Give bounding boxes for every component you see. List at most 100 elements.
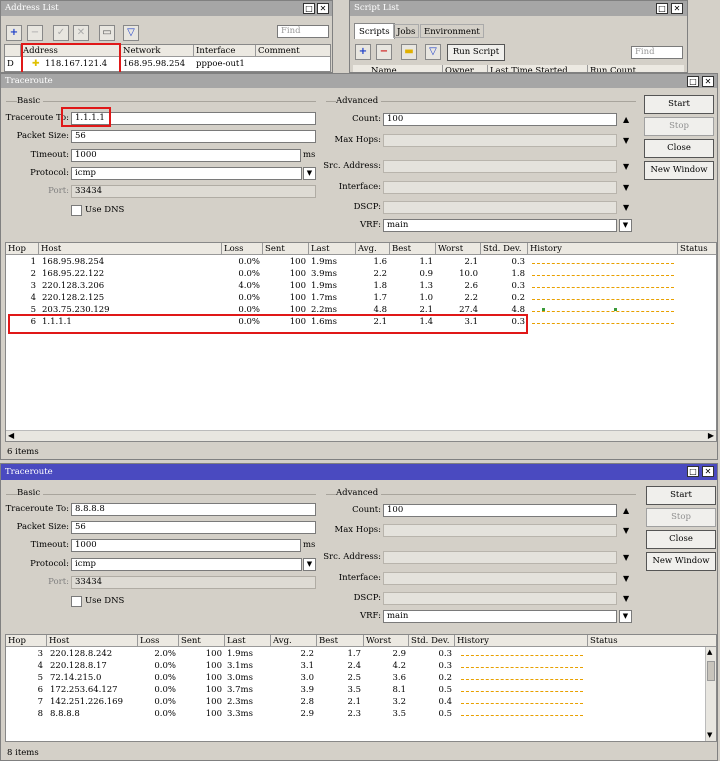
col-status[interactable]: Status	[588, 635, 716, 647]
tab-environment[interactable]: Environment	[420, 24, 484, 38]
timeout-input[interactable]: 1000	[71, 539, 301, 552]
restore-icon[interactable]: □	[656, 3, 668, 14]
col-worst[interactable]: Worst	[364, 635, 409, 647]
col-last[interactable]: Last	[309, 243, 356, 255]
chevron-down-icon[interactable]: ▼	[303, 167, 316, 180]
restore-icon[interactable]: □	[687, 466, 699, 477]
chevron-down-icon[interactable]: ▼	[619, 610, 632, 623]
table-row[interactable]: 7 142.251.226.169 0.0% 100 2.3ms 2.8 2.1 3.2 0.4	[6, 696, 716, 708]
close-button[interactable]: Close	[644, 139, 714, 158]
restore-icon[interactable]: □	[303, 3, 315, 14]
filter-icon[interactable]: ▽	[425, 44, 441, 60]
col-sent[interactable]: Sent	[263, 243, 309, 255]
close-icon[interactable]: ✕	[702, 76, 714, 87]
col-last-started[interactable]: Last Time Started	[488, 65, 588, 72]
protocol-select[interactable]: icmp	[71, 167, 302, 180]
collapse-icon[interactable]: ▼	[623, 134, 629, 147]
add-icon[interactable]: +	[6, 25, 22, 41]
table-row[interactable]: 1 168.95.98.254 0.0% 100 1.9ms 1.6 1.1 2.1 0.3	[6, 256, 716, 268]
col-avg[interactable]: Avg.	[271, 635, 317, 647]
script-list-titlebar[interactable]: Script List	[350, 1, 687, 16]
col-std-dev[interactable]: Std. Dev.	[481, 243, 528, 255]
packet-size-input[interactable]: 56	[71, 130, 316, 143]
col-loss[interactable]: Loss	[138, 635, 179, 647]
tab-scripts[interactable]: Scripts	[354, 23, 395, 39]
protocol-select[interactable]: icmp	[71, 558, 302, 571]
remove-icon[interactable]: −	[27, 25, 43, 41]
packet-size-input[interactable]: 56	[71, 521, 316, 534]
max-hops-input[interactable]	[383, 134, 617, 147]
filter-icon[interactable]: ▽	[123, 25, 139, 41]
max-hops-input[interactable]	[383, 524, 617, 537]
close-icon[interactable]: ✕	[702, 466, 714, 477]
dscp-input[interactable]	[383, 201, 617, 214]
expand-icon[interactable]: ▲	[623, 113, 629, 126]
col-run-count[interactable]: Run Count	[588, 65, 687, 72]
col-sent[interactable]: Sent	[179, 635, 225, 647]
src-address-input[interactable]	[383, 160, 617, 173]
run-script-button[interactable]: Run Script	[447, 44, 505, 61]
dscp-input[interactable]	[383, 592, 617, 605]
collapse-icon[interactable]: ▼	[623, 524, 629, 537]
script-find-input[interactable]: Find	[631, 46, 683, 59]
new-window-button[interactable]: New Window	[646, 552, 716, 571]
col-avg[interactable]: Avg.	[356, 243, 390, 255]
collapse-icon[interactable]: ▼	[623, 201, 629, 214]
start-button[interactable]: Start	[646, 486, 716, 505]
address-list-titlebar[interactable]: Address List	[1, 1, 332, 16]
stop-button[interactable]: Stop	[646, 508, 716, 527]
scroll-down-icon[interactable]: ▼	[707, 729, 712, 741]
horizontal-scrollbar[interactable]: ◀ ▶	[6, 430, 716, 441]
vrf-select[interactable]: main	[383, 219, 617, 232]
table-row[interactable]: 3 220.128.8.242 2.0% 100 1.9ms 2.2 1.7 2.9 0.3	[6, 648, 716, 660]
col-owner[interactable]: Owner	[443, 65, 488, 72]
use-dns-checkbox[interactable]	[71, 205, 82, 216]
col-loss[interactable]: Loss	[222, 243, 263, 255]
collapse-icon[interactable]: ▼	[623, 551, 629, 564]
col-hop[interactable]: Hop	[6, 635, 47, 647]
traceroute2-titlebar[interactable]: Traceroute	[1, 464, 717, 480]
col-flag[interactable]	[5, 45, 21, 57]
col-comment[interactable]: Comment	[256, 45, 330, 57]
col-interface[interactable]: Interface	[194, 45, 256, 57]
table-row[interactable]: 2 168.95.22.122 0.0% 100 3.9ms 2.2 0.9 10.0 1.8	[6, 268, 716, 280]
table-row[interactable]: 3 220.128.3.206 4.0% 100 1.9ms 1.8 1.3 2.6 0.3	[6, 280, 716, 292]
close-button[interactable]: Close	[646, 530, 716, 549]
count-input[interactable]: 100	[383, 504, 617, 517]
collapse-icon[interactable]: ▼	[623, 181, 629, 194]
interface-input[interactable]	[383, 181, 617, 194]
chevron-down-icon[interactable]: ▼	[303, 558, 316, 571]
collapse-icon[interactable]: ▼	[623, 572, 629, 585]
scroll-right-icon[interactable]: ▶	[708, 429, 714, 441]
expand-icon[interactable]: ▲	[623, 504, 629, 517]
collapse-icon[interactable]: ▼	[623, 592, 629, 605]
traceroute1-titlebar[interactable]: Traceroute	[1, 74, 717, 88]
tab-jobs[interactable]: Jobs	[393, 24, 420, 38]
add-icon[interactable]: +	[355, 44, 371, 60]
table-row[interactable]: 5 72.14.215.0 0.0% 100 3.0ms 3.0 2.5 3.6 0.2	[6, 672, 716, 684]
col-host[interactable]: Host	[47, 635, 138, 647]
address-find-input[interactable]: Find	[277, 25, 329, 38]
col-last[interactable]: Last	[225, 635, 271, 647]
col-network[interactable]: Network	[121, 45, 194, 57]
comment-icon[interactable]: ▭	[99, 25, 115, 41]
col-best[interactable]: Best	[317, 635, 364, 647]
close-icon[interactable]: ✕	[317, 3, 329, 14]
col-status[interactable]: Status	[678, 243, 716, 255]
count-input[interactable]: 100	[383, 113, 617, 126]
table-row[interactable]: 4 220.128.8.17 0.0% 100 3.1ms 3.1 2.4 4.2 0.3	[6, 660, 716, 672]
src-address-input[interactable]	[383, 551, 617, 564]
use-dns-checkbox[interactable]	[71, 596, 82, 607]
collapse-icon[interactable]: ▼	[623, 160, 629, 173]
vrf-select[interactable]: main	[383, 610, 617, 623]
col-std-dev[interactable]: Std. Dev.	[409, 635, 455, 647]
traceroute-to-input[interactable]: 8.8.8.8	[71, 503, 316, 516]
table-row[interactable]: 6 172.253.64.127 0.0% 100 3.7ms 3.9 3.5 8.1 0.5	[6, 684, 716, 696]
new-window-button[interactable]: New Window	[644, 161, 714, 180]
col-worst[interactable]: Worst	[436, 243, 481, 255]
restore-icon[interactable]: □	[687, 76, 699, 87]
chevron-down-icon[interactable]: ▼	[619, 219, 632, 232]
col-hop[interactable]: Hop	[6, 243, 39, 255]
timeout-input[interactable]: 1000	[71, 149, 301, 162]
table-row[interactable]: 4 220.128.2.125 0.0% 100 1.7ms 1.7 1.0 2.2 0.2	[6, 292, 716, 304]
